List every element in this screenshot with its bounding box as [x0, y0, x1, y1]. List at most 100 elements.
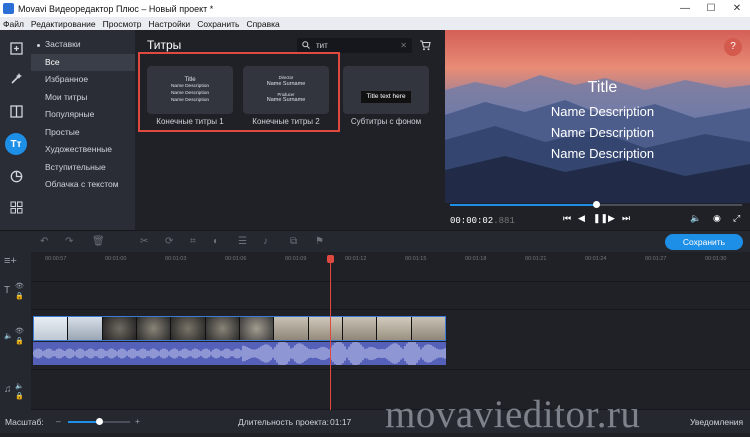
scale-slider[interactable]: [68, 418, 130, 425]
menu-save[interactable]: Сохранить: [197, 19, 239, 29]
category-speech-bubbles[interactable]: Облачка с текстом: [31, 176, 135, 194]
music-lock-icon[interactable]: 🔒: [15, 392, 24, 400]
color-adjust-icon[interactable]: ◐: [213, 236, 219, 247]
zoom-in-icon[interactable]: +: [135, 416, 140, 426]
step-back-icon[interactable]: ◀: [578, 213, 585, 224]
clip-frame: [308, 317, 343, 340]
volume-icon[interactable]: 🔈: [690, 213, 701, 224]
more-tools-grid-icon[interactable]: [6, 197, 26, 217]
properties-icon[interactable]: ☰: [238, 236, 247, 247]
redo-icon[interactable]: ↷: [65, 236, 73, 247]
stickers-icon[interactable]: [6, 166, 26, 186]
category-opening[interactable]: Вступительные: [31, 159, 135, 177]
ruler-tick-label: 00:01:00: [105, 256, 127, 262]
clip-frame: [136, 317, 172, 340]
help-button[interactable]: ?: [724, 38, 742, 56]
title-bar: Movavi Видеоредактор Плюс – Новый проект…: [0, 0, 750, 17]
seek-progress: [450, 204, 596, 206]
menu-view[interactable]: Просмотр: [103, 19, 142, 29]
titles-icon[interactable]: Tт: [5, 133, 27, 155]
menu-help[interactable]: Справка: [246, 19, 279, 29]
category-intros[interactable]: Заставки: [31, 36, 135, 54]
text-track[interactable]: [31, 282, 750, 310]
title-label-subtitles-bg: Субтитры с фоном: [350, 117, 422, 126]
track-headers: ≡+ T 👁 🔒 👁 🔒 🔈 ♫ 🔈 🔒: [0, 252, 31, 410]
menu-edit[interactable]: Редактирование: [31, 19, 96, 29]
crop-icon[interactable]: ⌗: [190, 236, 196, 247]
eye-icon[interactable]: 👁: [15, 282, 24, 290]
minimize-icon[interactable]: —: [672, 3, 698, 14]
music-volume-icon[interactable]: 🔈: [15, 382, 24, 390]
search-value: тит: [316, 41, 328, 50]
fullscreen-icon[interactable]: ⤢: [733, 213, 740, 224]
title-label-end-credits-1: Конечные титры 1: [156, 117, 224, 126]
marker-flag-icon[interactable]: ⚑: [315, 236, 324, 247]
title-thumb-end-credits-1[interactable]: Title Name Description Name Description …: [147, 66, 233, 114]
clip-frame: [102, 317, 137, 340]
skip-start-icon[interactable]: ⏮: [563, 213, 571, 224]
preview-line-3: Name Description: [550, 146, 655, 161]
menu-file[interactable]: Файл: [3, 19, 24, 29]
bullet-icon: [37, 44, 40, 47]
add-track-icon[interactable]: ≡+: [4, 255, 17, 267]
cut-icon[interactable]: ✂: [140, 236, 148, 247]
clear-search-icon[interactable]: ✕: [400, 41, 407, 50]
snapshot-icon[interactable]: ◉: [713, 213, 721, 224]
seek-bar[interactable]: [450, 201, 742, 208]
notifications-link[interactable]: Уведомления: [690, 417, 743, 427]
overlay-icon[interactable]: ⧉: [290, 236, 297, 247]
category-simple[interactable]: Простые: [31, 124, 135, 142]
store-cart-icon[interactable]: [419, 38, 431, 56]
maximize-icon[interactable]: ☐: [698, 3, 724, 14]
title-thumb-end-credits-2[interactable]: Director Name Surname Producer Name Surn…: [243, 66, 329, 114]
menu-settings[interactable]: Настройки: [149, 19, 191, 29]
zoom-out-icon[interactable]: –: [56, 416, 61, 426]
audio-waveform[interactable]: [33, 342, 446, 365]
undo-icon[interactable]: ↶: [40, 236, 48, 247]
save-button[interactable]: Сохранить: [665, 234, 743, 250]
close-icon[interactable]: ✕: [724, 3, 750, 14]
ruler-tick-label: 00:01:15: [405, 256, 427, 262]
music-track-icon: ♫: [4, 384, 12, 395]
rotate-icon[interactable]: ⟳: [165, 236, 173, 247]
skip-end-icon[interactable]: ⏭: [622, 213, 630, 224]
category-artistic[interactable]: Художественные: [31, 141, 135, 159]
category-favorites[interactable]: Избранное: [31, 71, 135, 89]
playhead-handle[interactable]: [327, 255, 334, 263]
import-icon[interactable]: [6, 38, 26, 58]
menu-bar: Файл Редактирование Просмотр Настройки С…: [0, 17, 750, 30]
window-title: Movavi Видеоредактор Плюс – Новый проект…: [18, 3, 214, 14]
duration-label: Длительность проекта:: [238, 417, 329, 427]
waveform-path: [33, 342, 446, 365]
transitions-icon[interactable]: [6, 101, 26, 121]
delete-icon[interactable]: 🗑: [92, 236, 105, 247]
audio-icon[interactable]: ♪: [263, 236, 268, 247]
video-clip[interactable]: [33, 316, 446, 341]
ruler-tick-label: 00:01:21: [525, 256, 547, 262]
time-ruler[interactable]: 00:00:57 00:01:00 00:01:03 00:01:06 00:01:09…: [31, 252, 750, 266]
video-eye-icon[interactable]: 👁: [15, 327, 24, 335]
ruler-tick-label: 00:00:57: [45, 256, 67, 262]
clip-frame: [171, 317, 206, 340]
ruler-tick-label: 00:01:27: [645, 256, 667, 262]
video-lock-icon[interactable]: 🔒: [15, 337, 24, 345]
seek-handle[interactable]: [593, 201, 600, 208]
category-my-titles[interactable]: Мои титры: [31, 89, 135, 107]
preview-line-1: Name Description: [550, 104, 655, 119]
category-popular[interactable]: Популярные: [31, 106, 135, 124]
player-controls: 00:00:02.881 ⏮ ◀ ❚❚ ▶ ⏭ 🔈 ◉ ⤢: [445, 201, 750, 230]
search-input[interactable]: тит ✕: [297, 38, 412, 53]
pause-icon[interactable]: ❚❚: [593, 213, 608, 224]
lock-icon[interactable]: 🔒: [15, 292, 24, 300]
clip-frame: [68, 317, 103, 340]
app-logo-icon: [3, 3, 14, 14]
volume-track-icon[interactable]: 🔈: [4, 332, 13, 340]
effects-wand-icon[interactable]: [6, 68, 26, 88]
clip-frame: [274, 317, 309, 340]
step-forward-icon[interactable]: ▶: [608, 213, 615, 224]
scale-slider-handle[interactable]: [96, 418, 103, 425]
category-all[interactable]: Все: [31, 53, 135, 71]
clip-frame: [411, 317, 445, 340]
title-label-end-credits-2: Конечные титры 2: [252, 117, 320, 126]
title-thumb-subtitles-bg[interactable]: Title text here: [343, 66, 429, 114]
